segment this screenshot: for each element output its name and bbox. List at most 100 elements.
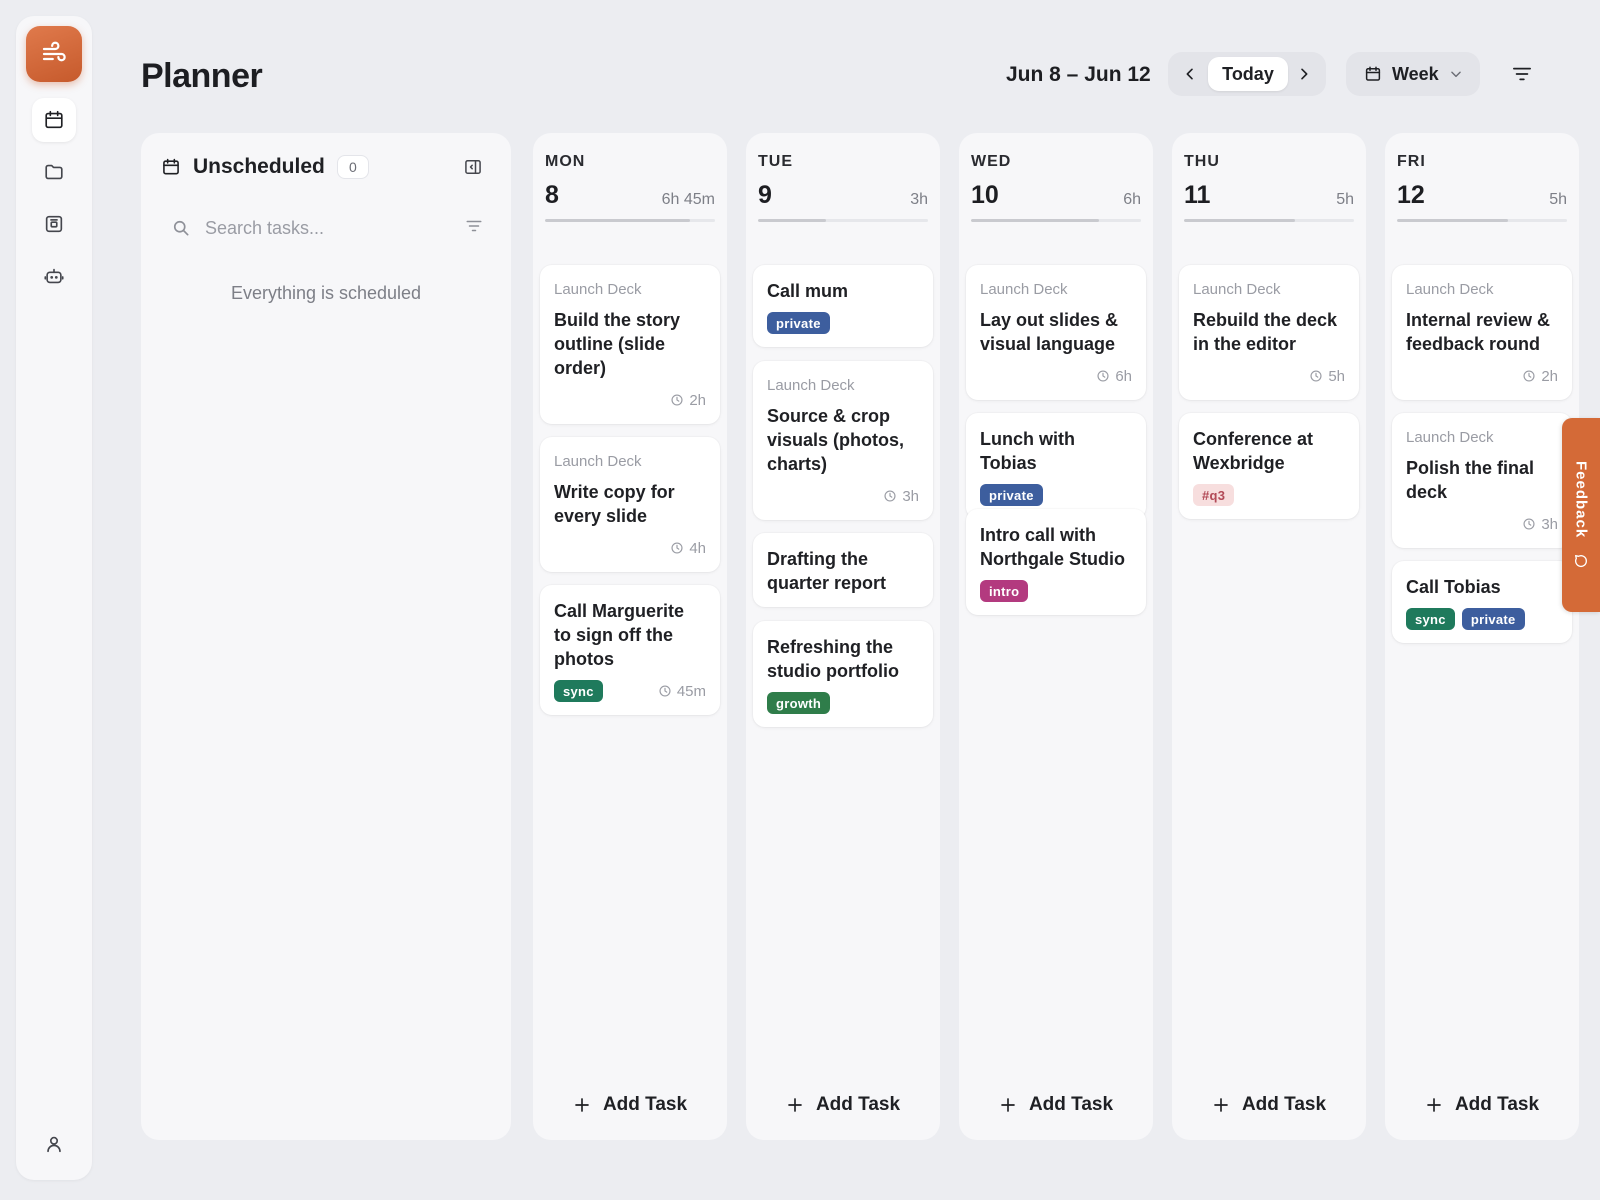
add-task-button[interactable]: Add Task: [1385, 1090, 1579, 1120]
plus-icon: [1214, 1098, 1228, 1112]
plus-icon: [1001, 1098, 1015, 1112]
clock-icon: [1097, 370, 1109, 382]
task-meta: growth: [767, 691, 919, 715]
task-meta: 6h: [980, 364, 1132, 388]
task-card[interactable]: Call Tobias sync private: [1392, 561, 1572, 643]
folder-icon: [45, 164, 63, 180]
clock-icon: [671, 542, 683, 554]
search-input[interactable]: [205, 217, 445, 239]
task-card[interactable]: Launch Deck Build the story outline (slid…: [540, 265, 720, 424]
add-task-button[interactable]: Add Task: [1172, 1090, 1366, 1120]
add-task-label: Add Task: [1241, 1094, 1327, 1115]
today-button[interactable]: Today: [1208, 57, 1288, 91]
day-number: 12: [1397, 181, 1425, 209]
day-name: MON: [545, 153, 586, 170]
collapse-panel-button[interactable]: [463, 157, 483, 182]
feedback-tab[interactable]: Feedback: [1562, 418, 1600, 612]
task-title: Call Tobias: [1406, 577, 1501, 597]
add-task-button[interactable]: Add Task: [746, 1090, 940, 1120]
tag-badge[interactable]: growth: [767, 692, 831, 714]
tag-badge[interactable]: sync: [554, 680, 603, 702]
tag-badge[interactable]: sync: [1406, 608, 1455, 630]
user-icon: [47, 1136, 61, 1153]
sidebar-item-calendar[interactable]: [32, 98, 76, 142]
add-task-label: Add Task: [815, 1094, 901, 1115]
task-card[interactable]: Intro call with Northgale Studio intro: [966, 509, 1146, 615]
app-logo[interactable]: [26, 26, 82, 82]
day-load-fill: [545, 219, 690, 222]
tag-badge[interactable]: private: [767, 312, 830, 334]
add-task-button[interactable]: Add Task: [533, 1090, 727, 1120]
next-week-button[interactable]: [1290, 58, 1318, 90]
task-card[interactable]: Call Marguerite to sign off the photos sy…: [540, 585, 720, 715]
task-duration: 5h: [1309, 368, 1345, 385]
tag-badge[interactable]: private: [1461, 608, 1525, 630]
task-meta: intro: [980, 579, 1132, 603]
task-card[interactable]: Refreshing the studio portfolio growth: [753, 621, 933, 727]
day-number: 8: [545, 181, 559, 209]
task-duration-value: 4h: [689, 539, 706, 557]
task-tags: sync private: [1406, 608, 1525, 630]
plus-icon: [788, 1098, 802, 1112]
task-title: Rebuild the deck in the editor: [1193, 310, 1338, 354]
task-card[interactable]: Launch Deck Source & crop visuals (photos…: [753, 361, 933, 520]
day-load-bar: [971, 219, 1141, 222]
task-duration: 6h: [1096, 368, 1132, 385]
date-range: Jun 8 – Jun 12: [1006, 63, 1151, 86]
tag-badge[interactable]: #q3: [1193, 484, 1235, 506]
task-card[interactable]: Launch Deck Rebuild the deck in the edito…: [1179, 265, 1359, 400]
task-card[interactable]: Launch Deck Write copy for every slide 4h: [540, 437, 720, 572]
search-filter-button[interactable]: [465, 218, 483, 239]
tag-badge[interactable]: intro: [980, 580, 1029, 602]
filter-icon: [466, 220, 482, 232]
tag-badge[interactable]: private: [980, 484, 1043, 506]
empty-state-message: Everything is scheduled: [230, 283, 422, 303]
day-column-wed: WED 10 6h Launch Deck Lay out slides & visua…: [959, 133, 1153, 1140]
task-card[interactable]: Launch Deck Lay out slides & visual langu…: [966, 265, 1146, 400]
filter-icon: [1513, 67, 1532, 81]
task-tags: intro: [980, 580, 1029, 602]
day-total-hours: 6h: [1123, 191, 1141, 208]
day-number: 10: [971, 181, 999, 209]
previous-week-button[interactable]: [1176, 58, 1204, 90]
day-number: 9: [758, 181, 772, 209]
task-title: Internal review & feedback round: [1406, 310, 1551, 354]
robot-icon: [44, 268, 64, 284]
chevron-right-icon: [1301, 68, 1308, 80]
task-card[interactable]: Drafting the quarter report: [753, 533, 933, 607]
task-meta: sync private: [1406, 607, 1558, 631]
task-card[interactable]: Launch Deck Internal review & feedback ro…: [1392, 265, 1572, 400]
task-title: Conference at Wexbridge: [1193, 429, 1314, 473]
clock-icon: [659, 685, 671, 697]
wind-icon: [42, 41, 66, 62]
task-meta: private: [980, 483, 1132, 507]
archive-box-icon: [45, 215, 63, 233]
task-title: Lunch with Tobias: [980, 429, 1075, 473]
feedback-label: Feedback: [1572, 461, 1590, 539]
add-task-label: Add Task: [1028, 1094, 1114, 1115]
task-duration-value: 2h: [689, 391, 706, 409]
add-task-label: Add Task: [1454, 1094, 1540, 1115]
plus-icon: [575, 1098, 589, 1112]
task-card[interactable]: Lunch with Tobias private: [966, 413, 1146, 519]
task-title: Drafting the quarter report: [767, 549, 887, 593]
day-number: 11: [1184, 181, 1211, 209]
day-total-hours: 5h: [1549, 191, 1567, 208]
sidebar-item-archive[interactable]: [32, 202, 76, 246]
add-task-button[interactable]: Add Task: [959, 1090, 1153, 1120]
task-duration-value: 2h: [1541, 367, 1558, 385]
sidebar-item-account[interactable]: [32, 1122, 76, 1166]
calendar-icon: [1365, 66, 1381, 81]
clock-icon: [1523, 370, 1535, 382]
view-select[interactable]: Week: [1346, 52, 1480, 96]
task-search: [171, 213, 483, 243]
sidebar-item-projects[interactable]: [32, 150, 76, 194]
sidebar-item-assistant[interactable]: [32, 254, 76, 298]
task-meta: 2h: [1406, 364, 1558, 388]
task-project: Launch Deck: [1406, 281, 1494, 298]
filter-button[interactable]: [1508, 62, 1536, 86]
task-card[interactable]: Conference at Wexbridge #q3: [1179, 413, 1359, 519]
task-card[interactable]: Call mum private: [753, 265, 933, 347]
task-card[interactable]: Launch Deck Polish the final deck 3h: [1392, 413, 1572, 548]
day-column-mon: MON 8 6h 45m Launch Deck Build the story out…: [533, 133, 727, 1140]
